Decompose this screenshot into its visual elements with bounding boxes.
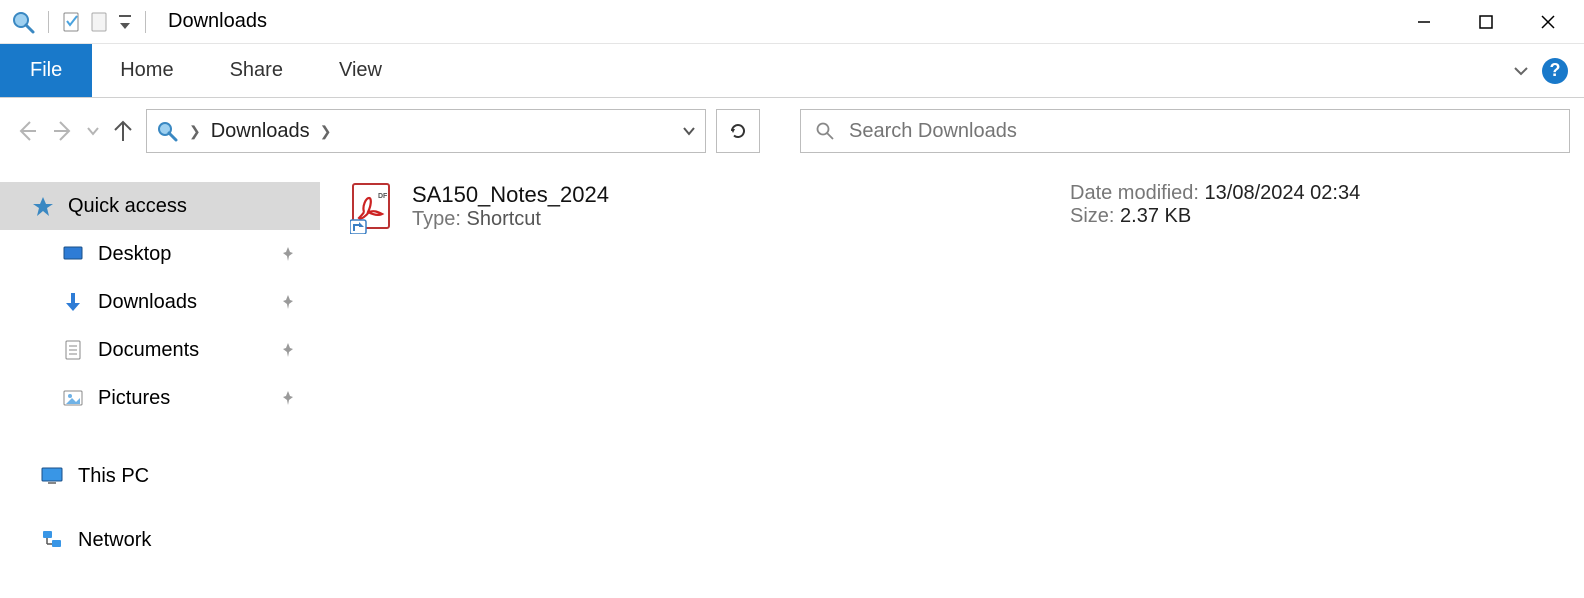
pin-icon <box>280 342 296 358</box>
file-tab[interactable]: File <box>0 44 92 97</box>
this-pc-icon <box>40 464 64 488</box>
ribbon-right: ? <box>1512 44 1584 97</box>
tab-view[interactable]: View <box>311 44 410 97</box>
address-dropdown-icon[interactable] <box>681 123 697 139</box>
recent-dropdown-icon[interactable] <box>86 124 100 138</box>
sidebar-item-downloads[interactable]: Downloads <box>0 278 320 326</box>
file-size-value: 2.37 KB <box>1120 205 1191 227</box>
tab-home[interactable]: Home <box>92 44 201 97</box>
navigation-bar: ❯ Downloads ❯ <box>0 98 1584 164</box>
sidebar-item-documents[interactable]: Documents <box>0 326 320 374</box>
file-name: SA150_Notes_2024 <box>412 182 1052 208</box>
window-title: Downloads <box>168 10 267 33</box>
file-item[interactable]: DF SA150_Notes_2024 Type: Shortcut Date … <box>350 182 1554 232</box>
quick-access-toolbar <box>61 11 133 33</box>
sidebar-item-label: Downloads <box>98 291 197 314</box>
sidebar-quick-access[interactable]: Quick access <box>0 182 320 230</box>
title-bar: Downloads <box>0 0 1584 44</box>
qat-dropdown-icon[interactable] <box>117 11 133 33</box>
file-size: Size: 2.37 KB <box>1070 205 1360 228</box>
network-icon <box>40 528 64 552</box>
file-modified-label: Date modified: <box>1070 182 1199 204</box>
file-type-label: Type: <box>412 208 461 230</box>
sidebar-item-label: Documents <box>98 339 199 362</box>
file-modified-value: 13/08/2024 02:34 <box>1205 182 1361 204</box>
file-type-value: Shortcut <box>466 208 540 230</box>
new-folder-icon[interactable] <box>89 11 111 33</box>
tab-share[interactable]: Share <box>202 44 311 97</box>
pin-star-icon <box>32 195 54 217</box>
desktop-icon <box>62 243 84 265</box>
file-modified: Date modified: 13/08/2024 02:34 <box>1070 182 1360 205</box>
nav-arrows <box>14 118 136 144</box>
maximize-button[interactable] <box>1456 2 1516 42</box>
search-box[interactable] <box>800 109 1570 153</box>
sidebar-item-pictures[interactable]: Pictures <box>0 374 320 422</box>
app-icon <box>10 9 36 35</box>
sidebar-network[interactable]: Network <box>0 516 320 564</box>
sidebar-item-desktop[interactable]: Desktop <box>0 230 320 278</box>
title-bar-left: Downloads <box>10 9 267 35</box>
close-button[interactable] <box>1518 2 1578 42</box>
sidebar-this-pc[interactable]: This PC <box>0 452 320 500</box>
sidebar-item-label: Quick access <box>68 195 187 218</box>
navigation-pane: Quick access Desktop Downloads <box>0 164 320 598</box>
file-size-label: Size: <box>1070 205 1114 227</box>
file-info-left: SA150_Notes_2024 Type: Shortcut <box>412 182 1052 231</box>
documents-icon <box>62 339 84 361</box>
chevron-right-icon[interactable]: ❯ <box>189 123 201 140</box>
ribbon-collapse-icon[interactable] <box>1512 62 1530 80</box>
separator <box>145 11 146 33</box>
sidebar-item-label: Network <box>78 529 151 552</box>
separator <box>48 11 49 33</box>
address-bar[interactable]: ❯ Downloads ❯ <box>146 109 706 153</box>
pictures-icon <box>62 387 84 409</box>
ribbon: File Home Share View ? <box>0 44 1584 98</box>
pdf-shortcut-icon: DF <box>350 182 394 232</box>
pin-icon <box>280 294 296 310</box>
back-button[interactable] <box>14 118 40 144</box>
forward-button[interactable] <box>50 118 76 144</box>
refresh-button[interactable] <box>716 109 760 153</box>
file-type: Type: Shortcut <box>412 208 1052 231</box>
svg-text:DF: DF <box>378 193 388 200</box>
search-icon <box>815 121 835 141</box>
downloads-icon <box>62 291 84 313</box>
address-bar-right <box>681 123 697 139</box>
file-info-right: Date modified: 13/08/2024 02:34 Size: 2.… <box>1070 182 1360 228</box>
chevron-right-icon[interactable]: ❯ <box>320 123 332 140</box>
sidebar-item-label: Desktop <box>98 243 171 266</box>
search-input[interactable] <box>849 120 1555 143</box>
help-icon[interactable]: ? <box>1542 58 1568 84</box>
properties-icon[interactable] <box>61 11 83 33</box>
breadcrumb[interactable]: Downloads <box>211 120 310 143</box>
pin-icon <box>280 390 296 406</box>
sidebar-item-label: This PC <box>78 465 149 488</box>
minimize-button[interactable] <box>1394 2 1454 42</box>
up-button[interactable] <box>110 118 136 144</box>
window-controls <box>1394 2 1578 42</box>
body: Quick access Desktop Downloads <box>0 164 1584 598</box>
pin-icon <box>280 246 296 262</box>
location-icon <box>155 119 179 143</box>
sidebar-item-label: Pictures <box>98 387 170 410</box>
file-list: DF SA150_Notes_2024 Type: Shortcut Date … <box>320 164 1584 598</box>
